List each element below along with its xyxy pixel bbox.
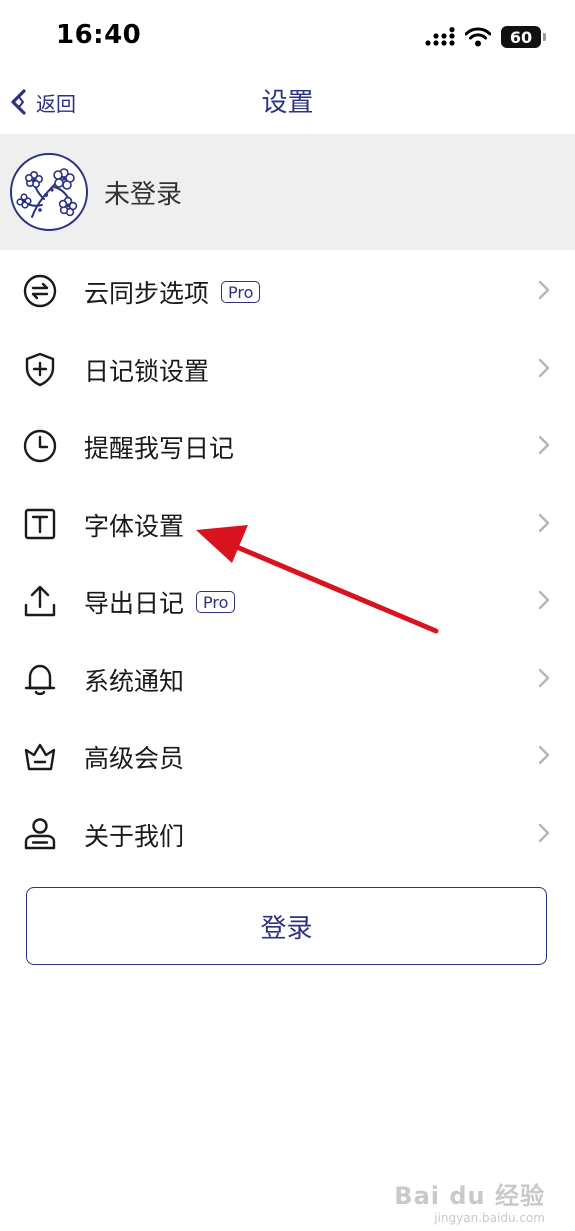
page-title: 设置: [261, 88, 314, 118]
crown-icon: [24, 743, 56, 771]
pro-badge: Pro: [221, 281, 261, 303]
profile-name: 未登录: [104, 179, 183, 210]
sync-icon: [23, 274, 57, 308]
profile-section[interactable]: 未登录: [0, 134, 575, 250]
watermark-brand: Bai du 经验: [394, 1182, 545, 1210]
avatar[interactable]: [10, 153, 88, 231]
chevron-right-icon: [538, 668, 550, 687]
plum-blossom-icon: [16, 168, 78, 218]
chevron-right-icon: [538, 745, 550, 765]
menu-item-export-diary[interactable]: 导出日记 Pro: [0, 562, 575, 640]
signal-icon: [425, 27, 455, 46]
chevron-right-icon: [538, 590, 550, 610]
login-button[interactable]: 登录: [26, 887, 547, 965]
settings-menu: 云同步选项 Pro 日记锁设置 提醒我写日记 字体设置 导出日记 Pro 系统通…: [0, 252, 575, 872]
menu-item-cloud-sync[interactable]: 云同步选项 Pro: [0, 252, 575, 330]
battery-icon: 60: [501, 26, 546, 48]
clock-icon: [23, 429, 57, 463]
menu-item-label: 提醒我写日记: [84, 434, 235, 463]
bell-icon: [24, 664, 56, 695]
chevron-right-icon: [538, 823, 550, 842]
menu-item-font-settings[interactable]: 字体设置: [0, 485, 575, 563]
chevron-right-icon: [538, 435, 550, 455]
menu-item-label: 云同步选项: [84, 279, 210, 308]
text-t-icon: [24, 508, 56, 539]
chevron-right-icon: [538, 358, 550, 377]
status-bar: 16:40 60: [0, 0, 575, 72]
watermark: Bai du 经验 jingyan.baidu.com: [394, 1176, 545, 1225]
nav-bar: 返回 设置: [0, 72, 575, 132]
chevron-right-icon: [538, 280, 550, 300]
battery-level: 60: [509, 27, 533, 47]
menu-item-reminder[interactable]: 提醒我写日记: [0, 407, 575, 485]
person-icon: [24, 817, 56, 849]
status-time: 16:40: [56, 20, 142, 50]
menu-item-about-us[interactable]: 关于我们: [0, 795, 575, 873]
menu-item-system-notification[interactable]: 系统通知: [0, 640, 575, 718]
menu-item-diary-lock[interactable]: 日记锁设置: [0, 330, 575, 408]
watermark-url: jingyan.baidu.com: [434, 1211, 545, 1225]
menu-item-label: 字体设置: [84, 511, 185, 541]
menu-item-label: 高级会员: [84, 744, 185, 773]
status-icons: 60: [425, 24, 546, 50]
menu-item-label: 系统通知: [84, 666, 185, 696]
upload-icon: [24, 585, 56, 617]
pro-badge: Pro: [196, 591, 236, 613]
menu-item-label: 日记锁设置: [84, 356, 210, 386]
wifi-icon: [465, 27, 491, 47]
shield-plus-icon: [25, 352, 55, 386]
menu-item-premium[interactable]: 高级会员: [0, 717, 575, 795]
chevron-right-icon: [538, 513, 550, 532]
menu-item-label: 关于我们: [84, 821, 185, 851]
menu-item-label: 导出日记: [84, 589, 185, 618]
